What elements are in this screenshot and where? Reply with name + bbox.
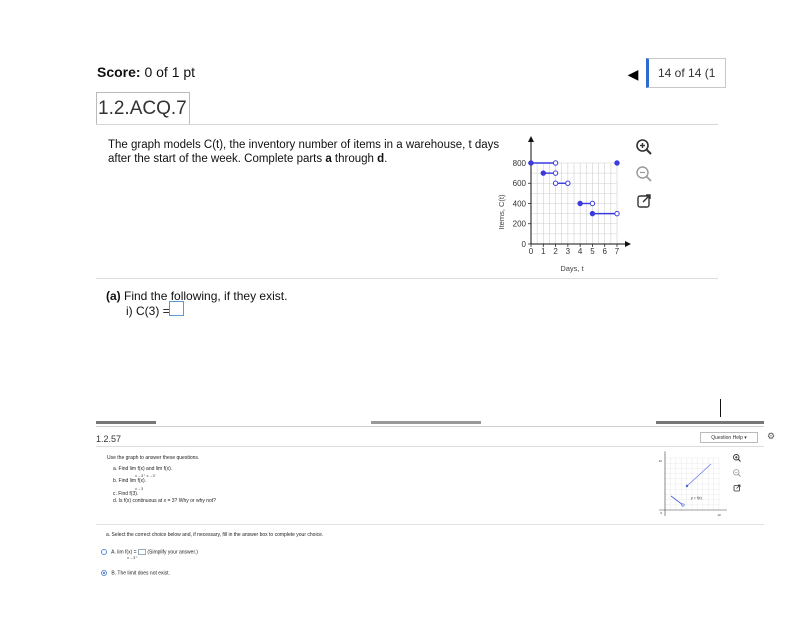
x-tick-label: 6	[602, 247, 607, 256]
second-instruction: a. Select the correct choice below and, …	[106, 532, 324, 538]
divider	[96, 524, 764, 525]
second-part-b: b. Find lim f(x).	[113, 478, 147, 484]
option-b-text: B. The limit does not exist.	[111, 570, 170, 577]
text-cursor	[720, 399, 721, 417]
gear-icon[interactable]: ⚙	[767, 431, 775, 442]
closed-point	[614, 160, 620, 166]
x-axis-arrow	[625, 241, 631, 247]
question-help-button[interactable]: Question Help ▾	[700, 432, 758, 443]
divider	[96, 446, 764, 447]
inventory-graph: 0 1 2 3 4 5 6 70200400600800 Days, t Items, C(t…	[497, 136, 631, 273]
x-tick-label: 3	[566, 247, 571, 256]
y-axis-arrow	[528, 136, 534, 142]
divider	[96, 124, 718, 125]
popout-icon[interactable]	[634, 191, 654, 211]
second-question-text: Use the graph to answer these questions.…	[107, 455, 533, 506]
x-tick-label: 7	[615, 247, 620, 256]
score-display: Score: 0 of 1 pt	[97, 64, 195, 80]
popout-icon[interactable]	[732, 483, 742, 493]
y-tick-label: 200	[513, 220, 527, 229]
x-axis-label: Days, t	[560, 264, 584, 273]
prompt-line-2: after the start of the week. Complete pa…	[108, 153, 388, 165]
second-open-point	[681, 503, 685, 507]
closed-point	[589, 210, 596, 217]
y-tick-label: 600	[513, 179, 527, 188]
y-tick-label: 400	[513, 199, 527, 208]
graph-tools	[634, 137, 656, 218]
second-question-id: 1.2.57	[96, 434, 122, 444]
y-tick-label: 800	[513, 159, 527, 168]
option-a-answer-box[interactable]	[137, 549, 146, 555]
previous-question-button[interactable]: ◀	[625, 64, 641, 84]
closed-point	[528, 160, 534, 166]
second-y-top-label: 10	[659, 459, 663, 463]
option-a[interactable]: A. lim f(x) = (Simplify your answer.) x→…	[101, 549, 198, 560]
second-part-d: d. Is f(x) continuous at x = 3? Why or w…	[113, 498, 216, 504]
y-axis-label: Items, C(t)	[497, 194, 506, 230]
x-tick-label: 2	[553, 247, 558, 256]
prompt-line-1: The graph models C(t), the inventory num…	[108, 139, 500, 151]
open-point	[552, 170, 559, 176]
open-point	[589, 200, 596, 207]
second-closed-point	[685, 484, 689, 488]
score-value: 0 of 1 pt	[144, 64, 196, 80]
second-origin-label: 0	[660, 511, 662, 515]
second-graph: y 10 10 0 y = f(x)	[659, 451, 727, 517]
y-tick-label: 0	[522, 240, 527, 249]
closed-point	[577, 200, 583, 207]
question-counter[interactable]: 14 of 14 (1	[646, 58, 726, 88]
question-prompt: The graph models C(t), the inventory num…	[108, 138, 508, 166]
zoom-out-icon[interactable]	[634, 164, 654, 184]
part-a-label: (a)	[106, 289, 121, 303]
option-b-radio[interactable]	[101, 570, 107, 576]
open-point	[552, 180, 559, 186]
x-tick-label: 4	[578, 247, 583, 256]
second-x-end-label: 10	[717, 513, 721, 517]
second-part-c: c. Find f(3).	[113, 490, 139, 497]
open-point	[552, 160, 559, 166]
divider	[96, 426, 764, 427]
open-point	[565, 180, 571, 186]
zoom-in-icon[interactable]	[634, 137, 654, 157]
second-y-axis-marker: y	[664, 451, 666, 455]
second-part-a: a. Find lim f(x) and lim f(x).	[113, 465, 173, 472]
option-b[interactable]: B. The limit does not exist.	[101, 570, 170, 576]
zoom-in-icon[interactable]	[732, 453, 742, 463]
option-a-hint: (Simplify your answer.)	[147, 549, 198, 556]
x-tick-label: 5	[590, 247, 595, 256]
answer-input-c3[interactable]	[169, 301, 184, 316]
option-a-limit-sub: x→3⁺	[127, 555, 138, 561]
part-a-heading: (a) Find the following, if they exist.	[106, 289, 288, 303]
part-a-item-1: i) C(3) =	[126, 304, 170, 318]
x-tick-label: 0	[529, 247, 534, 256]
second-function-label: y = f(x)	[691, 496, 702, 500]
second-graph-tools	[732, 453, 744, 498]
score-label: Score:	[97, 64, 141, 80]
open-point	[614, 210, 620, 217]
closed-point	[540, 170, 546, 176]
x-tick-label: 1	[541, 247, 546, 256]
divider	[96, 278, 718, 279]
second-segment-right	[686, 463, 712, 487]
zoom-out-icon[interactable]	[732, 468, 742, 478]
second-topbar	[96, 421, 764, 424]
option-a-radio[interactable]	[101, 549, 107, 555]
question-id: 1.2.ACQ.7	[98, 98, 187, 119]
second-intro: Use the graph to answer these questions.	[107, 455, 200, 461]
